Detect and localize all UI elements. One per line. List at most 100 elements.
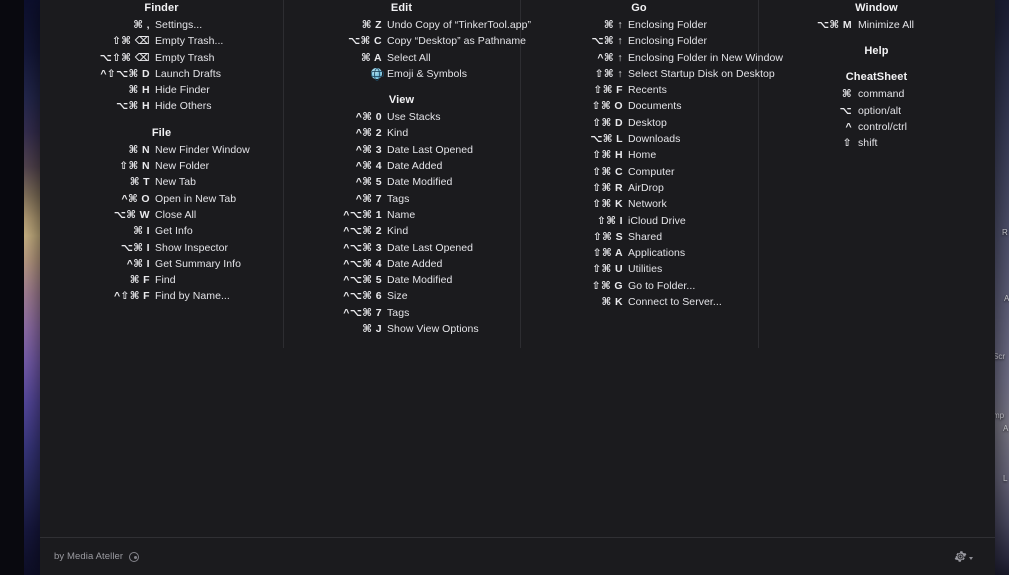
shortcut-row[interactable]: ^⌘ ↑ Enclosing Folder in New Window <box>520 50 783 66</box>
shortcut-row[interactable]: ⌥⌘ ↑ Enclosing Folder <box>520 33 758 49</box>
shortcut-row[interactable]: ⌥⌘ M Minimize All <box>758 17 995 33</box>
shortcut-row[interactable]: ⌘ F Find <box>40 272 283 288</box>
shortcut-label: Date Added <box>387 257 443 270</box>
shortcut-row[interactable]: ^⌥⌘ 3 Date Last Opened <box>283 240 520 256</box>
shortcut-row[interactable]: ⌥⌘ I Show Inspector <box>40 240 283 256</box>
info-circle-icon[interactable] <box>129 551 140 562</box>
shortcut-row[interactable]: ⇧⌘ ⌫ Empty Trash... <box>40 33 283 49</box>
shortcut-label: Date Added <box>387 160 443 173</box>
shortcut-row[interactable]: ^⌘ I Get Summary Info <box>40 256 283 272</box>
shortcut-label: Select Startup Disk on Desktop <box>628 67 775 80</box>
shortcut-label: Date Modified <box>387 176 453 189</box>
shortcut-row[interactable]: ^⌘ O Open in New Tab <box>40 191 283 207</box>
shortcut-row[interactable]: ⇧⌘ C Computer <box>520 164 758 180</box>
shortcut-row[interactable]: ^⌘ 2 Kind <box>283 125 520 141</box>
shortcut-row[interactable]: ⌥ option/alt <box>758 103 995 119</box>
shortcut-label: New Finder Window <box>155 143 250 156</box>
shortcut-row[interactable]: ⇧⌘ S Shared <box>520 229 758 245</box>
shortcut-row[interactable]: ⇧⌘ G Go to Folder... <box>520 278 758 294</box>
shortcut-row[interactable]: ⌘ ↑ Enclosing Folder <box>520 17 758 33</box>
shortcut-row[interactable]: ⌥⇧⌘ ⌫ Empty Trash <box>40 50 283 66</box>
shortcut-row[interactable]: ^⇧⌘ F Find by Name... <box>40 288 283 304</box>
shortcut-row[interactable]: ^⌘ 0 Use Stacks <box>283 109 520 125</box>
shortcut-label: Hide Finder <box>155 84 210 97</box>
shortcut-keys: ^⌘ 5 <box>355 176 382 189</box>
shortcut-keys: ⌥⌘ W <box>113 208 150 221</box>
shortcut-group: Finder ⌘ , Settings... ⇧⌘ ⌫ Empty Trash... ⌥⇧… <box>40 0 283 115</box>
shortcut-row[interactable]: ⌘ N New Finder Window <box>40 142 283 158</box>
shortcut-row[interactable]: Emoji & Symbols <box>283 66 520 82</box>
shortcut-row[interactable]: ⌥⌘ H Hide Others <box>40 98 283 114</box>
shortcut-row[interactable]: ⇧⌘ N New Folder <box>40 158 283 174</box>
shortcut-row[interactable]: ⌥⌘ C Copy “Desktop” as Pathname <box>283 33 526 49</box>
shortcut-row[interactable]: ⇧⌘ I iCloud Drive <box>520 213 758 229</box>
shortcut-row[interactable]: ^⌥⌘ 2 Kind <box>283 223 520 239</box>
shortcut-label: Get Info <box>155 225 193 238</box>
shortcut-row[interactable]: ^⌘ 3 Date Last Opened <box>283 142 520 158</box>
shortcut-row[interactable]: ⌘ K Connect to Server... <box>520 294 758 310</box>
shortcut-row[interactable]: ⌘ I Get Info <box>40 223 283 239</box>
shortcut-row[interactable]: ⌘ J Show View Options <box>283 321 520 337</box>
shortcut-label: Find <box>155 274 176 287</box>
shortcut-keys: ⇧ <box>842 137 852 150</box>
settings-button[interactable] <box>954 538 973 575</box>
shortcut-label: Home <box>628 149 657 162</box>
shortcut-label: Close All <box>155 208 197 221</box>
shortcut-label: Select All <box>387 51 431 64</box>
shortcut-row[interactable]: ^⌘ 5 Date Modified <box>283 174 520 190</box>
shortcut-keys: ^⌥⌘ 7 <box>343 306 382 319</box>
shortcut-label: Copy “Desktop” as Pathname <box>387 35 527 48</box>
group-title: Window <box>855 2 898 14</box>
shortcut-row[interactable]: ⌘ T New Tab <box>40 174 283 190</box>
shortcut-row[interactable]: ^⌥⌘ 5 Date Modified <box>283 272 520 288</box>
shortcut-label: Show Inspector <box>155 241 229 254</box>
shortcut-keys: ⌘ J <box>362 323 382 336</box>
shortcut-row[interactable]: ⌘ A Select All <box>283 50 520 66</box>
globe-icon <box>370 67 384 81</box>
shortcut-row[interactable]: ^⌘ 7 Tags <box>283 191 520 207</box>
shortcut-row[interactable]: ⇧⌘ H Home <box>520 147 758 163</box>
shortcut-row[interactable]: ^⌘ 4 Date Added <box>283 158 520 174</box>
shortcut-label: Tags <box>387 192 410 205</box>
shortcut-row[interactable]: ⇧⌘ R AirDrop <box>520 180 758 196</box>
shortcut-label: Launch Drafts <box>155 67 222 80</box>
shortcut-column-3: Go ⌘ ↑ Enclosing Folder ⌥⌘ ↑ Enclosing Folde… <box>520 0 783 312</box>
shortcut-row[interactable]: ⌘ , Settings... <box>40 17 283 33</box>
group-title: CheatSheet <box>845 71 908 84</box>
shortcut-label: Find by Name... <box>155 290 230 303</box>
shortcut-keys: ⌥⌘ M <box>816 19 852 31</box>
shortcut-row[interactable]: ^⌥⌘ 7 Tags <box>283 305 520 321</box>
shortcut-row[interactable]: ⇧ shift <box>758 135 995 151</box>
shortcut-row[interactable]: ^⌥⌘ 4 Date Added <box>283 256 520 272</box>
shortcut-row[interactable]: ^ control/ctrl <box>758 119 995 135</box>
shortcut-keys: ^⌥⌘ 5 <box>343 274 382 287</box>
shortcut-row[interactable]: ⇧⌘ ↑ Select Startup Disk on Desktop <box>520 66 775 82</box>
shortcut-row[interactable]: ^⌥⌘ 6 Size <box>283 288 520 304</box>
shortcut-keys: ⌘ H <box>128 84 150 97</box>
shortcut-keys: ⇧⌘ ↑ <box>594 67 623 80</box>
shortcut-keys: ^ <box>845 120 852 133</box>
shortcut-keys: ^⌥⌘ 3 <box>343 241 382 254</box>
shortcut-columns-area: Finder ⌘ , Settings... ⇧⌘ ⌫ Empty Trash... ⌥⇧… <box>40 0 995 537</box>
group-title: Finder <box>144 2 179 14</box>
shortcut-row[interactable]: ⇧⌘ U Utilities <box>520 261 758 277</box>
shortcut-label: Kind <box>387 225 409 238</box>
shortcut-row[interactable]: ^⌥⌘ 1 Name <box>283 207 520 223</box>
shortcut-keys: ⇧⌘ O <box>591 100 623 113</box>
shortcut-row[interactable]: ⇧⌘ F Recents <box>520 82 758 98</box>
shortcut-keys: ^⌘ 0 <box>355 111 382 124</box>
shortcut-row[interactable]: ^⇧⌥⌘ D Launch Drafts <box>40 66 283 82</box>
shortcut-label: Applications <box>628 247 686 260</box>
shortcut-keys: ⇧⌘ R <box>592 181 623 194</box>
shortcut-row[interactable]: ⇧⌘ D Desktop <box>520 115 758 131</box>
shortcut-row[interactable]: ⌘ Z Undo Copy of “TinkerTool.app” <box>283 17 531 33</box>
shortcut-row[interactable]: ⌘ command <box>758 86 995 102</box>
shortcut-row[interactable]: ⌥⌘ W Close All <box>40 207 283 223</box>
shortcut-row[interactable]: ⌘ H Hide Finder <box>40 82 283 98</box>
shortcut-row[interactable]: ⌥⌘ L Downloads <box>520 131 758 147</box>
shortcut-row[interactable]: ⇧⌘ K Network <box>520 196 758 212</box>
shortcut-group: CheatSheet ⌘ command ⌥ option/alt ^ control/ct… <box>758 69 995 151</box>
shortcut-label: Show View Options <box>387 323 479 336</box>
shortcut-row[interactable]: ⇧⌘ O Documents <box>520 98 758 114</box>
shortcut-row[interactable]: ⇧⌘ A Applications <box>520 245 758 261</box>
